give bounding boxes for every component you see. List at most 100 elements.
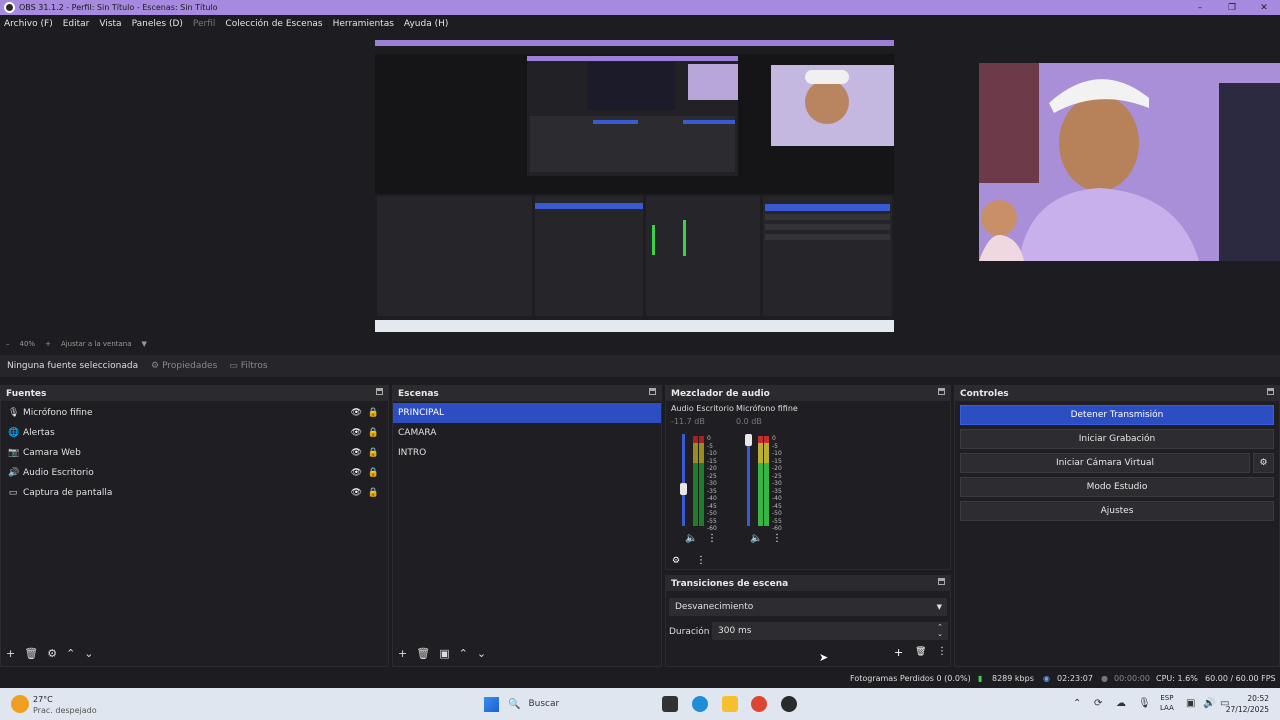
trash-icon[interactable]: 🗑 [416, 647, 430, 660]
undock-icon[interactable] [938, 578, 945, 585]
move-up-icon[interactable]: ⌃ [459, 647, 468, 660]
properties-button[interactable]: ⚙ Propiedades [151, 361, 217, 371]
menu-bar: Archivo (F) Editar Vista Paneles (D) Per… [0, 15, 1280, 33]
start-virtual-camera-button[interactable]: Iniciar Cámara Virtual [960, 453, 1250, 473]
duration-spinbox[interactable]: 300 ms ⌃ ⌄ [712, 622, 948, 640]
kebab-menu-icon[interactable]: ⋮ [772, 533, 782, 544]
windows-start-icon[interactable] [484, 697, 499, 712]
source-item-alertas[interactable]: 🌐 Alertas 👁 🔒 [1, 423, 388, 443]
move-down-icon[interactable]: ⌄ [84, 647, 93, 660]
menu-paneles[interactable]: Paneles (D) [132, 19, 183, 29]
speaker-mute-icon[interactable]: 🔈 [750, 533, 762, 544]
zoom-out-button[interactable]: – [6, 340, 10, 348]
speaker-mute-icon[interactable]: 🔈 [685, 533, 697, 544]
menu-archivo[interactable]: Archivo (F) [4, 19, 53, 29]
menu-ayuda[interactable]: Ayuda (H) [404, 19, 448, 29]
undock-icon[interactable] [1267, 388, 1274, 395]
weather-widget[interactable]: 27°C Prac. despejado [33, 694, 97, 716]
volume-slider[interactable] [747, 434, 750, 526]
visibility-eye-icon[interactable]: 👁 [351, 448, 362, 458]
visibility-eye-icon[interactable]: 👁 [351, 428, 362, 438]
move-down-icon[interactable]: ⌄ [477, 647, 486, 660]
stop-streaming-button[interactable]: Detener Transmisión [960, 405, 1274, 425]
visibility-eye-icon[interactable]: 👁 [351, 488, 362, 498]
file-explorer-icon[interactable] [722, 696, 738, 712]
language-indicator[interactable]: ESP LAA [1160, 693, 1174, 713]
mixer-title: Mezclador de audio [666, 386, 950, 401]
sources-toolbar: + 🗑 ⚙ ⌃ ⌄ [6, 647, 103, 660]
settings-button[interactable]: Ajustes [960, 501, 1274, 521]
source-item-captura-pantalla[interactable]: ▭ Captura de pantalla 👁 🔒 [1, 483, 388, 503]
trash-icon[interactable]: 🗑 [915, 647, 926, 657]
microphone-icon: 🎙 [8, 408, 20, 418]
maximize-button[interactable]: ❐ [1216, 0, 1248, 15]
weather-icon[interactable] [11, 695, 29, 713]
start-recording-button[interactable]: Iniciar Grabación [960, 429, 1274, 449]
audio-meter [758, 436, 763, 526]
transition-menu-icon[interactable]: ⋮ [937, 646, 947, 657]
studio-mode-button[interactable]: Modo Estudio [960, 477, 1274, 497]
chevron-down-icon[interactable]: ▼ [142, 340, 147, 348]
volume-icon[interactable]: 🔊 [1203, 698, 1215, 709]
lock-icon[interactable]: 🔒 [368, 428, 379, 438]
menu-vista[interactable]: Vista [99, 19, 121, 29]
minimize-button[interactable]: – [1184, 0, 1216, 15]
chrome-icon[interactable] [751, 696, 767, 712]
visibility-eye-icon[interactable]: 👁 [351, 468, 362, 478]
microphone-icon[interactable]: 🎙 [1138, 698, 1151, 709]
undock-icon[interactable] [938, 388, 945, 395]
move-up-icon[interactable]: ⌃ [66, 647, 75, 660]
add-transition-icon[interactable]: + [894, 646, 903, 659]
sync-icon[interactable]: ⟳ [1094, 698, 1102, 709]
zoom-in-button[interactable]: + [45, 340, 51, 348]
close-button[interactable]: ✕ [1248, 0, 1280, 15]
menu-perfil[interactable]: Perfil [193, 19, 216, 29]
transitions-title: Transiciones de escena [666, 576, 950, 591]
menu-coleccion-escenas[interactable]: Colección de Escenas [225, 19, 322, 29]
add-scene-icon[interactable]: + [398, 647, 407, 660]
taskview-icon[interactable] [662, 696, 678, 712]
mixer-advanced-settings-icon[interactable]: ⚙ [672, 556, 680, 566]
volume-slider[interactable] [682, 434, 685, 526]
add-source-icon[interactable]: + [6, 647, 15, 660]
undock-icon[interactable] [649, 388, 656, 395]
obs-taskbar-icon[interactable] [781, 696, 797, 712]
lock-icon[interactable]: 🔒 [368, 488, 379, 498]
volume-slider-knob[interactable] [680, 483, 687, 495]
network-icon[interactable]: ▣ [1186, 698, 1195, 709]
gear-icon[interactable]: ⚙ [47, 647, 57, 660]
source-item-audio-escritorio[interactable]: 🔊 Audio Escritorio 👁 🔒 [1, 463, 388, 483]
mouse-cursor-icon: ➤ [819, 651, 829, 664]
lock-icon[interactable]: 🔒 [368, 468, 379, 478]
preview-canvas[interactable] [375, 40, 894, 332]
taskbar-clock[interactable]: 20:52 27/12/2025 [1226, 693, 1269, 715]
menu-editar[interactable]: Editar [63, 19, 90, 29]
source-item-camara-web[interactable]: 📷 Camara Web 👁 🔒 [1, 443, 388, 463]
bitrate: 8289 kbps [992, 674, 1034, 683]
trash-icon[interactable]: 🗑 [24, 647, 38, 660]
mixer-menu-icon[interactable]: ⋮ [696, 555, 706, 566]
volume-slider-knob[interactable] [745, 434, 752, 446]
undock-icon[interactable] [376, 388, 383, 395]
scene-filter-icon[interactable]: ▣ [439, 647, 449, 660]
lock-icon[interactable]: 🔒 [368, 408, 379, 418]
scene-item-intro[interactable]: INTRO [393, 443, 661, 463]
camera-icon: 📷 [8, 448, 20, 458]
spin-arrows-icon[interactable]: ⌃ ⌄ [937, 624, 943, 638]
menu-herramientas[interactable]: Herramientas [333, 19, 394, 29]
lock-icon[interactable]: 🔒 [368, 448, 379, 458]
cloud-icon[interactable]: ☁ [1116, 698, 1126, 709]
virtual-camera-settings-button[interactable]: ⚙ [1253, 453, 1274, 473]
source-item-microfono[interactable]: 🎙 Micrófono fifine 👁 🔒 [1, 403, 388, 423]
visibility-eye-icon[interactable]: 👁 [351, 408, 362, 418]
zoom-fit-select[interactable]: Ajustar a la ventana [61, 340, 132, 348]
edge-icon[interactable] [692, 696, 708, 712]
transition-select[interactable]: Desvanecimiento ▼ [669, 598, 947, 616]
chevron-up-icon[interactable]: ⌃ [1073, 698, 1081, 709]
scene-item-camara[interactable]: CAMARA [393, 423, 661, 443]
taskbar-search[interactable]: 🔍 Buscar [508, 694, 656, 714]
kebab-menu-icon[interactable]: ⋮ [707, 533, 717, 544]
controls-dock: Controles Detener Transmisión Iniciar Gr… [954, 385, 1280, 667]
scene-item-principal[interactable]: PRINCIPAL [393, 403, 661, 423]
filters-button[interactable]: ▭ Filtros [229, 361, 267, 371]
